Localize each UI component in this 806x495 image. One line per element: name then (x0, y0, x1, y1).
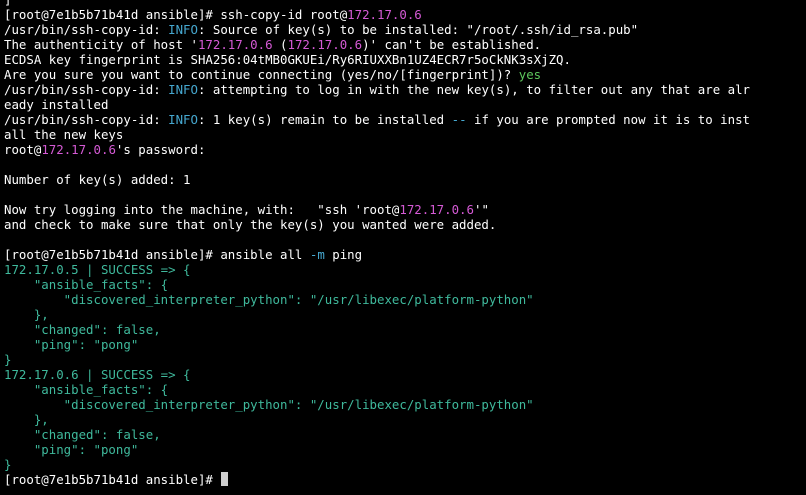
terminal-text: } (4, 457, 12, 472)
terminal-text: : 1 key(s) remain to be installed (197, 112, 452, 127)
terminal-line: /usr/bin/ssh-copy-id: INFO: Source of ke… (4, 22, 806, 37)
terminal-output: ][root@7e1b5b71b41d ansible]# ssh-copy-i… (4, 0, 806, 487)
terminal-text: 172.17.0.6 (41, 142, 116, 157)
terminal-line: 172.17.0.6 | SUCCESS => { (4, 367, 806, 382)
terminal-text: INFO (168, 112, 198, 127)
terminal-text: "changed": false, (4, 427, 161, 442)
terminal-text: /usr/bin/ssh-copy-id: (4, 22, 169, 37)
terminal-text: Are you sure you want to continue connec… (4, 67, 519, 82)
terminal-line: [root@7e1b5b71b41d ansible]# ansible all… (4, 247, 806, 262)
terminal-text: : attempting to log in with the new key(… (197, 82, 750, 97)
terminal-text: '" (473, 202, 489, 217)
terminal-line: Now try logging into the machine, with: … (4, 202, 806, 217)
terminal-line: ECDSA key fingerprint is SHA256:04tMB0GK… (4, 52, 806, 67)
terminal-line: 172.17.0.5 | SUCCESS => { (4, 262, 806, 277)
terminal-line: "discovered_interpreter_python": "/usr/l… (4, 397, 806, 412)
terminal-line: "ansible_facts": { (4, 382, 806, 397)
terminal-text: 172.17.0.6 (347, 7, 422, 22)
terminal-line: Number of key(s) added: 1 (4, 172, 806, 187)
terminal-text: }, (4, 307, 49, 322)
terminal-text: [root@7e1b5b71b41d ansible]# ssh-copy-id… (4, 7, 348, 22)
terminal-text: 172.17.0.5 | SUCCESS => { (4, 262, 191, 277)
terminal-text: Now try logging into the machine, with: … (4, 202, 400, 217)
terminal-text: root@ (4, 142, 42, 157)
terminal-line: } (4, 352, 806, 367)
terminal-line: and check to make sure that only the key… (4, 217, 806, 232)
terminal-text: yes (518, 67, 542, 82)
terminal-line: "ping": "pong" (4, 337, 806, 352)
terminal-text: -m (309, 247, 325, 262)
terminal-line: "changed": false, (4, 427, 806, 442)
terminal-text: "changed": false, (4, 322, 161, 337)
terminal-text: "discovered_interpreter_python": "/usr/l… (4, 397, 534, 412)
terminal-line: The authenticity of host '172.17.0.6 (17… (4, 37, 806, 52)
terminal-line: [root@7e1b5b71b41d ansible]# (4, 472, 806, 487)
terminal-line: /usr/bin/ssh-copy-id: INFO: attempting t… (4, 82, 806, 97)
terminal-text: ] (4, 0, 11, 7)
terminal-text: ECDSA key fingerprint is SHA256:04tMB0GK… (4, 52, 571, 67)
terminal-text: [root@7e1b5b71b41d ansible]# (4, 472, 221, 487)
terminal-text: ping (324, 247, 363, 262)
terminal-text: all the new keys (4, 127, 124, 142)
terminal-line: "ping": "pong" (4, 442, 806, 457)
terminal-line: }, (4, 307, 806, 322)
terminal-text: 172.17.0.6 (197, 37, 273, 52)
terminal-line: } (4, 457, 806, 472)
terminal-line: "discovered_interpreter_python": "/usr/l… (4, 292, 806, 307)
terminal-line: /usr/bin/ssh-copy-id: INFO: 1 key(s) rem… (4, 112, 806, 127)
terminal-line: "ansible_facts": { (4, 277, 806, 292)
terminal-text: ( (272, 37, 288, 52)
terminal-text: eady installed (4, 97, 109, 112)
terminal-line: [root@7e1b5b71b41d ansible]# ssh-copy-id… (4, 7, 806, 22)
terminal-text: -- (451, 112, 467, 127)
terminal-window[interactable]: ][root@7e1b5b71b41d ansible]# ssh-copy-i… (0, 0, 806, 495)
terminal-text: "ansible_facts": { (4, 382, 169, 397)
terminal-line: Are you sure you want to continue connec… (4, 67, 806, 82)
terminal-line: root@172.17.0.6's password: (4, 142, 806, 157)
terminal-text: 172.17.0.6 | SUCCESS => { (4, 367, 191, 382)
terminal-text: }, (4, 412, 49, 427)
terminal-text: 's password: (115, 142, 206, 157)
cursor-block (221, 472, 229, 486)
terminal-line: all the new keys (4, 127, 806, 142)
terminal-text: 172.17.0.6 (287, 37, 363, 52)
terminal-text: and check to make sure that only the key… (4, 217, 497, 232)
terminal-text: [root@7e1b5b71b41d ansible]# ansible all (4, 247, 310, 262)
terminal-text: "ping": "pong" (4, 337, 139, 352)
terminal-text: /usr/bin/ssh-copy-id: (4, 82, 169, 97)
terminal-text: } (4, 352, 12, 367)
terminal-text: 172.17.0.6 (399, 202, 474, 217)
terminal-text: : Source of key(s) to be installed: "/ro… (197, 22, 639, 37)
terminal-text: "discovered_interpreter_python": "/usr/l… (4, 292, 534, 307)
terminal-text: if you are prompted now it is to inst (466, 112, 751, 127)
terminal-line: ] (4, 0, 806, 7)
terminal-text: "ping": "pong" (4, 442, 139, 457)
terminal-text: INFO (168, 82, 198, 97)
terminal-text: INFO (168, 22, 198, 37)
terminal-text: /usr/bin/ssh-copy-id: (4, 112, 169, 127)
terminal-text: The authenticity of host ' (4, 37, 198, 52)
terminal-line: "changed": false, (4, 322, 806, 337)
terminal-text: "ansible_facts": { (4, 277, 169, 292)
terminal-line: }, (4, 412, 806, 427)
terminal-text: Number of key(s) added: 1 (4, 172, 191, 187)
terminal-line: eady installed (4, 97, 806, 112)
terminal-text: )' can't be established. (362, 37, 542, 52)
